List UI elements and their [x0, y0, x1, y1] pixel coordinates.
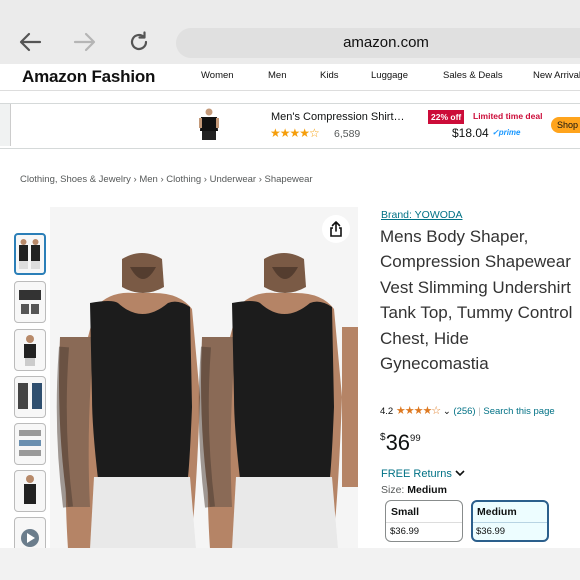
price-currency: $: [380, 432, 386, 443]
search-this-page-link[interactable]: Search this page: [483, 406, 554, 417]
sponsored-price: $18.04: [452, 126, 489, 140]
product-title: Mens Body Shaper, Compression Shapewear …: [380, 227, 573, 374]
thumbnail-5[interactable]: [14, 423, 46, 465]
sponsored-rating-count: 6,589: [334, 128, 361, 140]
header-divider: [0, 90, 580, 91]
size-option-price: $36.99: [386, 522, 462, 537]
sponsored-product-image[interactable]: [196, 107, 222, 141]
thumbnail-4[interactable]: [14, 376, 46, 418]
sponsored-stars: ★★★★☆: [270, 126, 320, 140]
free-returns-link[interactable]: FREE Returns: [381, 468, 465, 480]
free-returns-label[interactable]: FREE Returns: [381, 468, 452, 480]
thumbnail-6[interactable]: [14, 470, 46, 512]
size-option-small[interactable]: Small $36.99: [385, 500, 463, 542]
brand-link[interactable]: Brand: YOWODA: [381, 209, 463, 221]
size-selected: Medium: [407, 484, 447, 496]
size-option-medium[interactable]: Medium $36.99: [471, 500, 549, 542]
product-price: $3699: [380, 430, 421, 456]
nav-luggage[interactable]: Luggage: [371, 70, 408, 81]
price-whole: 36: [385, 430, 411, 455]
share-icon[interactable]: [322, 215, 350, 243]
nav-sales-deals[interactable]: Sales & Deals: [443, 70, 503, 81]
rating-row: 4.2 ★★★★☆ ⌄ (256) | Search this page: [380, 404, 555, 417]
rating-value: 4.2: [380, 406, 394, 417]
size-label-row: Size: Medium: [381, 484, 447, 496]
breadcrumb: Clothing, Shoes & Jewelry › Men › Clothi…: [20, 174, 313, 185]
thumbnail-1[interactable]: [14, 233, 46, 275]
banner-scroll-handle[interactable]: [0, 104, 11, 146]
size-option-name: Small: [391, 506, 420, 518]
thumbnail-2[interactable]: [14, 281, 46, 323]
discount-badge: 22% off: [428, 110, 465, 124]
breadcrumb-clothing[interactable]: Clothing: [166, 174, 201, 185]
reload-icon[interactable]: [126, 30, 152, 54]
prime-badge: ✓prime: [492, 128, 521, 137]
chevron-down-icon[interactable]: [455, 469, 465, 477]
thumbnail-3[interactable]: [14, 329, 46, 371]
bottom-overlay: [0, 548, 580, 580]
nav-new-arrivals[interactable]: New Arrivals: [533, 70, 580, 81]
arrow-left-icon[interactable]: [17, 30, 43, 54]
chevron-down-icon[interactable]: ⌄: [443, 406, 451, 417]
breadcrumb-shapewear[interactable]: Shapewear: [265, 174, 313, 185]
nav-women[interactable]: Women: [201, 70, 234, 81]
url-text[interactable]: amazon.com: [176, 28, 580, 58]
breadcrumb-clothing-shoes-jewelry[interactable]: Clothing, Shoes & Jewelry: [20, 174, 131, 185]
size-option-name: Medium: [477, 506, 517, 518]
breadcrumb-men[interactable]: Men: [139, 174, 157, 185]
star-rating[interactable]: ★★★★☆: [396, 405, 441, 417]
product-main-image[interactable]: [50, 207, 358, 549]
nav-kids[interactable]: Kids: [320, 70, 338, 81]
shop-button[interactable]: Shop: [551, 117, 580, 133]
price-fraction: 99: [410, 433, 421, 444]
breadcrumb-underwear[interactable]: Underwear: [210, 174, 256, 185]
arrow-right-icon[interactable]: [72, 30, 98, 54]
size-option-price: $36.99: [473, 522, 547, 537]
review-count-link[interactable]: (256): [453, 406, 475, 417]
sponsored-title[interactable]: Men's Compression Shirt…: [271, 111, 405, 123]
deal-label: Limited time deal: [473, 111, 543, 121]
amazon-fashion-logo[interactable]: Amazon Fashion: [22, 67, 155, 87]
nav-men[interactable]: Men: [268, 70, 286, 81]
size-label: Size:: [381, 484, 405, 496]
